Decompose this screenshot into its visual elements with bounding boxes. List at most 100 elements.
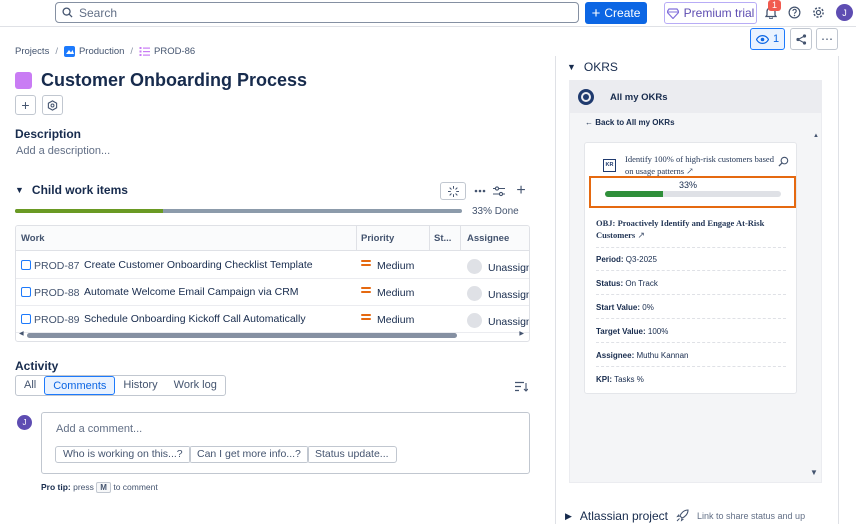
priority-medium-icon [361,258,371,268]
sort-order-icon[interactable] [515,381,528,392]
table-row[interactable]: PROD-87 Create Customer Onboarding Check… [16,252,529,279]
okr-app-header: All my OKRs [570,81,821,113]
row-summary[interactable]: Create Customer Onboarding Checklist Tem… [84,259,313,271]
scroll-down-icon[interactable]: ▼ [810,468,818,477]
more-options-icon[interactable] [473,182,487,200]
row-priority[interactable]: Medium [377,260,414,272]
suggestion-more-info[interactable]: Can I get more info...? [189,446,309,463]
row-assignee[interactable]: Unassign [488,262,529,274]
scroll-right-icon[interactable]: ▶ [519,330,524,337]
external-link-icon[interactable]: ↗ [686,166,694,176]
row-summary[interactable]: Schedule Onboarding Kickoff Call Automat… [84,313,306,325]
okr-field-status: Status: On Track [596,279,786,295]
child-progress-fill [15,209,163,213]
unassigned-avatar-icon [467,313,482,328]
key-result-progress-bar [605,191,781,197]
table-row[interactable]: PROD-89 Schedule Onboarding Kickoff Call… [16,306,529,333]
comment-input[interactable]: Add a comment... Who is working on this.… [41,412,530,474]
add-button[interactable]: + [15,95,36,115]
tab-work-log[interactable]: Work log [166,376,225,395]
breadcrumb: Projects / Production / PROD-86 [15,46,195,57]
row-priority[interactable]: Medium [377,287,414,299]
column-header-priority[interactable]: Priority [361,233,394,244]
atlassian-project-section-header[interactable]: ▶ Atlassian project [565,509,668,523]
search-person-icon[interactable] [778,156,789,167]
description-placeholder[interactable]: Add a description... [16,145,110,157]
row-priority[interactable]: Medium [377,314,414,326]
ai-suggest-button[interactable] [440,182,466,200]
tab-comments[interactable]: Comments [44,376,116,395]
row-key[interactable]: PROD-89 [34,314,80,326]
child-work-items-header[interactable]: ▼ Child work items [15,183,128,197]
add-child-icon[interactable]: + [514,182,528,200]
task-checkbox-icon [21,287,31,297]
scroll-up-icon[interactable]: ▲ [813,133,819,139]
objective-label: OBJ: [596,218,616,228]
column-divider[interactable] [460,226,461,251]
chevron-down-icon: ▼ [567,62,576,72]
column-divider[interactable] [429,226,430,251]
okr-field-start-value: Start Value: 0% [596,303,786,319]
gem-icon [666,7,679,19]
objective-value[interactable]: Proactively Identify and Engage At-Risk … [596,218,764,240]
row-assignee[interactable]: Unassign [488,316,529,328]
okr-field-assignee: Assignee: Muthu Kannan [596,351,786,367]
page-title[interactable]: Customer Onboarding Process [41,70,307,91]
breadcrumb-production[interactable]: Production [79,46,124,57]
rocket-icon [676,509,689,522]
premium-label: Premium trial [683,6,755,20]
premium-trial-button[interactable]: Premium trial [664,2,757,24]
settings-gear-icon[interactable] [812,6,825,19]
task-checkbox-icon [21,260,31,270]
tab-history[interactable]: History [115,376,165,395]
watch-button[interactable]: 1 [750,28,785,50]
chevron-down-icon: ▼ [15,185,24,195]
share-button[interactable] [790,28,812,50]
unassigned-avatar-icon [467,286,482,301]
subtask-list-icon [139,47,151,56]
row-key[interactable]: PROD-87 [34,260,80,272]
priority-medium-icon [361,285,371,295]
breadcrumb-issue-key[interactable]: PROD-86 [154,46,195,57]
suggestion-status-update[interactable]: Status update... [307,446,397,463]
project-icon [63,46,75,57]
user-avatar[interactable]: J [836,4,853,21]
comment-placeholder: Add a comment... [56,423,143,435]
column-header-work[interactable]: Work [21,233,45,244]
apps-button[interactable] [42,95,63,115]
external-link-icon[interactable]: ↗ [637,230,645,240]
horizontal-scrollbar[interactable]: ◀ ▶ [19,330,524,338]
key-result-progress-text: 33% [678,180,697,190]
search-icon [62,7,73,18]
priority-medium-icon [361,312,371,322]
help-icon[interactable] [788,6,801,19]
okrs-heading: OKRS [583,60,618,74]
search-input[interactable]: Search [55,2,579,23]
create-button[interactable]: + Create [585,2,647,24]
arrow-left-icon: ← [585,118,593,127]
scrollbar-thumb[interactable] [27,333,457,338]
row-key[interactable]: PROD-88 [34,287,80,299]
protip-press: press [73,482,94,492]
key-result-title[interactable]: Identify 100% of high-risk customers bas… [625,153,775,177]
top-navigation-bar: Search + Create Premium trial 1 J [0,0,856,27]
column-header-status[interactable]: St... [434,233,451,244]
breadcrumb-projects[interactable]: Projects [15,46,49,57]
tab-all[interactable]: All [16,376,44,395]
scroll-left-icon[interactable]: ◀ [19,330,24,337]
back-link[interactable]: ← Back to All my OKRs [585,118,675,127]
table-row[interactable]: PROD-88 Automate Welcome Email Campaign … [16,279,529,306]
atlassian-project-hint: Link to share status and upd [697,511,805,521]
more-actions-button[interactable]: ⋯ [816,28,838,50]
epic-type-icon[interactable] [15,72,32,89]
filter-settings-icon[interactable] [492,182,506,200]
row-summary[interactable]: Automate Welcome Email Campaign via CRM [84,286,299,298]
okrs-section-header[interactable]: ▼ OKRS [567,60,618,74]
row-assignee[interactable]: Unassign [488,289,529,301]
column-header-assignee[interactable]: Assignee [467,233,509,244]
breadcrumb-separator: / [55,46,58,57]
key-result-progress-fill [605,191,664,197]
column-divider[interactable] [356,226,357,251]
comment-user-avatar: J [17,415,32,430]
suggestion-who-working[interactable]: Who is working on this...? [55,446,191,463]
